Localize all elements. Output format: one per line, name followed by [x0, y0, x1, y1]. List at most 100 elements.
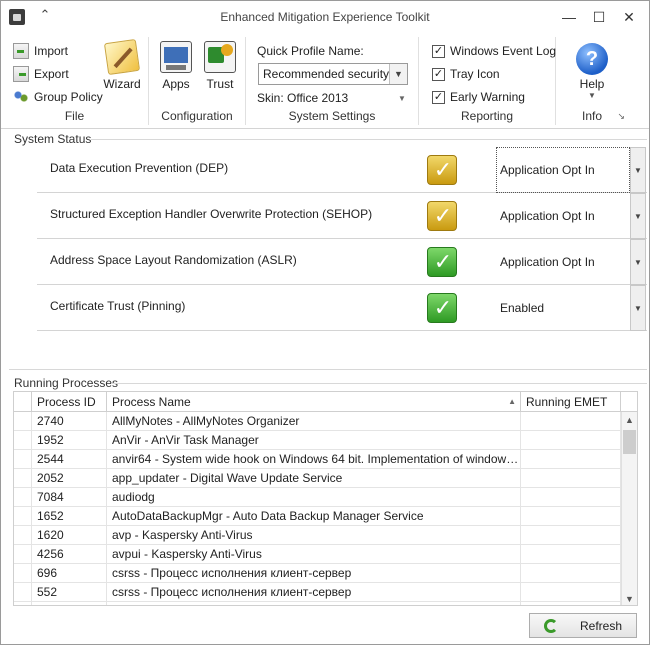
- system-settings-group-label: System Settings: [288, 109, 376, 123]
- title-bar: ⌃ Enhanced Mitigation Experience Toolkit…: [1, 1, 649, 33]
- column-header-name[interactable]: Process Name ▲: [107, 392, 521, 412]
- help-question-icon: ?: [576, 43, 608, 75]
- table-row[interactable]: 4256 avpui - Kaspersky Anti-Virus: [14, 545, 621, 564]
- grid-header: Process ID Process Name ▲ Running EMET: [14, 392, 637, 412]
- table-row[interactable]: 696 csrss - Процесс исполнения клиент-сер…: [14, 564, 621, 583]
- process-id-cell: 1652: [32, 507, 107, 526]
- apps-button[interactable]: Apps: [154, 37, 198, 103]
- early-warning-checkbox[interactable]: ✓ Early Warning: [432, 88, 525, 106]
- help-label: Help: [579, 77, 605, 91]
- row-indicator-header: [14, 392, 32, 412]
- running-emet-cell: [521, 602, 621, 605]
- process-grid: Process ID Process Name ▲ Running EMET 2…: [13, 391, 638, 606]
- row-indicator: [14, 602, 32, 605]
- skin-dropdown-icon[interactable]: ▼: [398, 94, 406, 103]
- process-id-cell: 3036: [32, 602, 107, 605]
- process-id-cell: 2740: [32, 412, 107, 431]
- tray-icon-checkbox[interactable]: ✓ Tray Icon: [432, 65, 500, 83]
- section-divider: [111, 383, 647, 384]
- scroll-down-icon[interactable]: ▼: [622, 591, 637, 605]
- process-id-cell: 2544: [32, 450, 107, 469]
- early-warning-label: Early Warning: [450, 90, 525, 104]
- checkmark-icon[interactable]: ✓: [432, 90, 445, 104]
- reporting-group-label: Reporting: [460, 109, 514, 123]
- running-emet-cell: [521, 545, 621, 564]
- table-row[interactable]: 552 csrss - Процесс исполнения клиент-сер…: [14, 583, 621, 602]
- process-name-cell: anvir64 - System wide hook on Windows 64…: [107, 450, 521, 469]
- row-indicator: [14, 431, 32, 450]
- windows-event-log-checkbox[interactable]: ✓ Windows Event Log: [432, 42, 556, 60]
- configuration-group: Apps Trust Configuration: [149, 37, 246, 125]
- table-row[interactable]: 2052 app_updater - Digital Wave Update Se…: [14, 469, 621, 488]
- dialog-launcher-icon[interactable]: ↘: [617, 111, 625, 122]
- row-indicator: [14, 583, 32, 602]
- status-value-select[interactable]: Application Opt In: [496, 193, 630, 239]
- column-header-name-label: Process Name: [112, 395, 191, 409]
- status-row-dep: Data Execution Prevention (DEP) ✓ Applic…: [37, 147, 647, 193]
- help-button[interactable]: ? Help ▼: [570, 37, 614, 103]
- windows-event-log-label: Windows Event Log: [450, 44, 557, 58]
- process-id-cell: 4256: [32, 545, 107, 564]
- column-header-pid[interactable]: Process ID: [32, 392, 107, 412]
- table-row[interactable]: 2740 AllMyNotes - AllMyNotes Organizer: [14, 412, 621, 431]
- chevron-down-icon[interactable]: ▼: [630, 239, 646, 285]
- close-button[interactable]: ✕: [614, 5, 644, 29]
- chevron-down-icon[interactable]: ▼: [630, 193, 646, 239]
- table-row[interactable]: 3036CTFMon: [14, 602, 621, 605]
- column-header-emet[interactable]: Running EMET: [521, 392, 621, 412]
- table-row[interactable]: 2544 anvir64 - System wide hook on Window…: [14, 450, 621, 469]
- system-settings-group: Quick Profile Name: Recommended security…: [246, 37, 419, 125]
- tray-icon-label: Tray Icon: [450, 67, 500, 81]
- import-button[interactable]: Import: [13, 41, 68, 61]
- scrollbar-thumb[interactable]: [623, 430, 636, 454]
- help-dropdown-icon[interactable]: ▼: [570, 91, 614, 100]
- quick-profile-select[interactable]: Recommended security... ▼: [258, 63, 408, 85]
- status-value-select[interactable]: Application Opt In: [496, 147, 630, 193]
- skin-selector[interactable]: Skin: Office 2013: [257, 91, 348, 105]
- row-indicator: [14, 488, 32, 507]
- import-label: Import: [34, 44, 69, 58]
- system-status-header: System Status: [14, 132, 92, 146]
- refresh-button[interactable]: Refresh: [529, 613, 637, 638]
- row-indicator: [14, 469, 32, 488]
- row-indicator: [14, 564, 32, 583]
- group-policy-icon: [13, 89, 29, 105]
- row-indicator: [14, 545, 32, 564]
- scroll-up-icon[interactable]: ▲: [622, 412, 637, 428]
- chevron-down-icon[interactable]: ▼: [389, 64, 407, 84]
- table-row[interactable]: 1952 AnVir - AnVir Task Manager: [14, 431, 621, 450]
- chevron-down-icon[interactable]: ▼: [630, 147, 646, 193]
- apps-icon: [160, 41, 192, 73]
- window-title: Enhanced Mitigation Experience Toolkit: [220, 10, 430, 24]
- running-emet-cell: [521, 526, 621, 545]
- wizard-button[interactable]: Wizard: [100, 37, 144, 103]
- section-divider: [9, 369, 647, 370]
- table-row[interactable]: 1652 AutoDataBackupMgr - Auto Data Backup…: [14, 507, 621, 526]
- process-id-cell: 1952: [32, 431, 107, 450]
- configuration-group-label: Configuration: [161, 109, 233, 123]
- group-policy-button[interactable]: Group Policy: [13, 87, 103, 107]
- status-name: Structured Exception Handler Overwrite P…: [50, 207, 373, 221]
- export-button[interactable]: Export: [13, 64, 69, 84]
- running-emet-cell: [521, 450, 621, 469]
- running-emet-cell: [521, 507, 621, 526]
- import-icon: [13, 43, 29, 59]
- table-row[interactable]: 7084 audiodg: [14, 488, 621, 507]
- vertical-scrollbar[interactable]: ▲ ▼: [621, 412, 637, 605]
- quick-profile-value: Recommended security...: [263, 67, 399, 81]
- chevron-down-icon[interactable]: ▼: [630, 285, 646, 331]
- minimize-button[interactable]: —: [554, 5, 584, 29]
- status-value-select[interactable]: Enabled: [496, 285, 630, 331]
- running-emet-cell: [521, 412, 621, 431]
- checkmark-icon[interactable]: ✓: [432, 44, 445, 58]
- status-check-icon: ✓: [427, 155, 457, 185]
- process-name-cell: avp - Kaspersky Anti-Virus: [107, 526, 521, 545]
- checkmark-icon[interactable]: ✓: [432, 67, 445, 81]
- process-name-cell: CTFMon: [107, 602, 521, 605]
- trust-button[interactable]: Trust: [198, 37, 242, 103]
- refresh-label: Refresh: [579, 618, 623, 633]
- info-group: ? Help ▼ Info ↘: [556, 37, 628, 125]
- table-row[interactable]: 1620 avp - Kaspersky Anti-Virus: [14, 526, 621, 545]
- status-value-select[interactable]: Application Opt In: [496, 239, 630, 285]
- maximize-button[interactable]: ☐: [584, 5, 614, 29]
